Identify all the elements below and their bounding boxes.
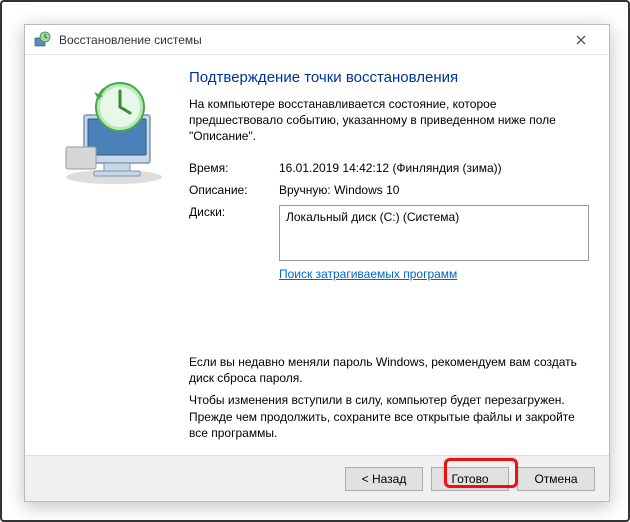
scan-affected-programs-link[interactable]: Поиск затрагиваемых программ: [279, 267, 589, 281]
title-bar: Восстановление системы: [25, 25, 609, 55]
drives-label: Диски:: [189, 205, 279, 219]
page-description: На компьютере восстанавливается состояни…: [189, 96, 589, 145]
description-row: Описание: Вручную: Windows 10: [189, 183, 589, 197]
time-value: 16.01.2019 14:42:12 (Финляндия (зима)): [279, 161, 589, 175]
details-pane: Подтверждение точки восстановления На ко…: [189, 69, 589, 447]
page-heading: Подтверждение точки восстановления: [189, 69, 589, 86]
screenshot-frame: Восстановление системы: [0, 0, 630, 522]
cancel-button[interactable]: Отмена: [517, 467, 595, 491]
drives-row: Диски: Локальный диск (C:) (Система) Пои…: [189, 205, 589, 311]
password-warning-text: Если вы недавно меняли пароль Windows, р…: [189, 354, 589, 386]
close-icon[interactable]: [561, 26, 601, 54]
finish-button[interactable]: Готово: [431, 467, 509, 491]
system-restore-hero-icon: [54, 77, 174, 187]
system-restore-icon: [33, 31, 51, 49]
drive-item: Локальный диск (C:) (Система): [286, 210, 459, 224]
button-bar: < Назад Готово Отмена: [25, 455, 609, 501]
restart-warning-text: Чтобы изменения вступили в силу, компьют…: [189, 392, 589, 441]
description-label: Описание:: [189, 183, 279, 197]
window-title: Восстановление системы: [59, 33, 202, 47]
back-button[interactable]: < Назад: [345, 467, 423, 491]
time-label: Время:: [189, 161, 279, 175]
illustration-pane: [39, 69, 189, 447]
dialog-window: Восстановление системы: [24, 24, 610, 502]
drives-list: Локальный диск (C:) (Система): [279, 205, 589, 261]
time-row: Время: 16.01.2019 14:42:12 (Финляндия (з…: [189, 161, 589, 175]
dialog-content: Подтверждение точки восстановления На ко…: [25, 55, 609, 455]
description-value: Вручную: Windows 10: [279, 183, 589, 197]
